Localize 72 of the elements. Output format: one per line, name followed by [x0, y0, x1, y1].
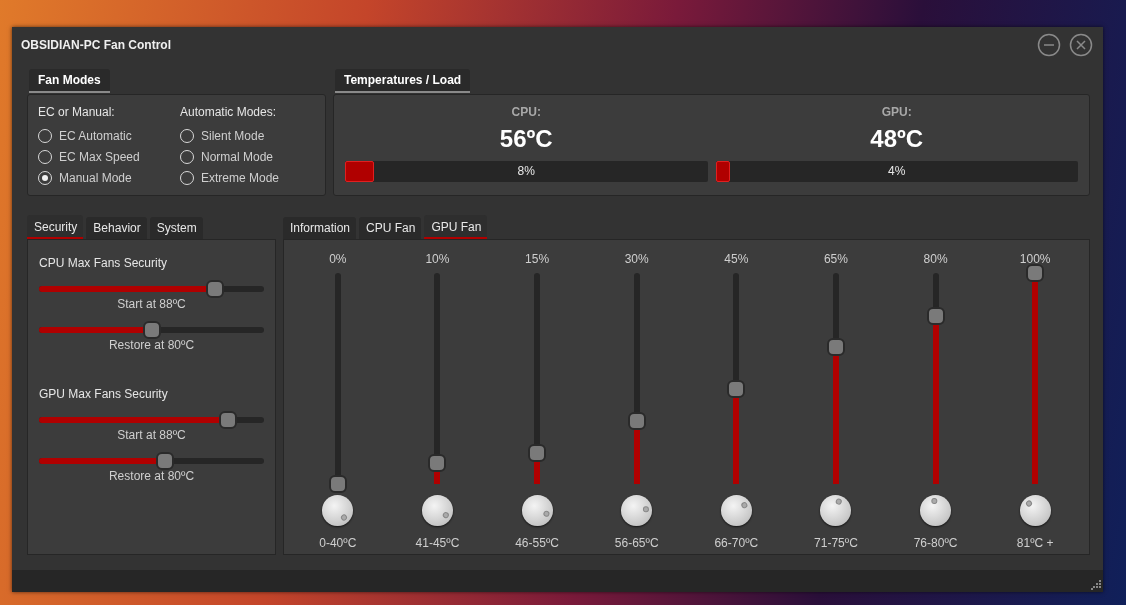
speed-value: 30%	[624, 252, 649, 269]
slider-thumb[interactable]	[826, 338, 845, 357]
dial-knob[interactable]	[421, 495, 453, 527]
radio-button[interactable]: Normal Mode	[180, 146, 304, 168]
tab[interactable]: Information	[283, 217, 357, 240]
section-header: Temperatures / Load	[335, 69, 471, 94]
temperature-range: 56-65ºC	[614, 536, 659, 551]
slider-thumb[interactable]	[627, 412, 646, 431]
slider-thumb[interactable]	[926, 306, 945, 325]
slider-thumb[interactable]	[727, 380, 746, 399]
speed-value: 10%	[425, 252, 450, 269]
temperature-value: 48ºC	[870, 125, 924, 155]
dial-knob[interactable]	[322, 495, 354, 527]
speed-value: 100%	[1019, 252, 1051, 269]
slider-thumb[interactable]	[219, 411, 237, 430]
slider-thumb[interactable]	[528, 443, 547, 462]
slider-thumb[interactable]	[328, 475, 347, 494]
section-title: GPU Max Fans Security	[39, 387, 169, 404]
minimize-icon[interactable]	[1037, 32, 1061, 57]
horizontal-slider[interactable]	[39, 452, 264, 471]
window-title: OBSIDIAN-PC Fan Control	[21, 37, 171, 52]
slider-thumb[interactable]	[142, 321, 161, 340]
speed-value: 80%	[923, 252, 948, 269]
temperature-range: 71-75ºC	[814, 536, 858, 551]
temperature-value: 56ºC	[499, 125, 553, 155]
temperature-range: 81ºC +	[1016, 536, 1054, 551]
radio-button[interactable]: Extreme Mode	[180, 167, 304, 189]
dial-knob[interactable]	[820, 495, 852, 527]
dial-knob[interactable]	[1019, 495, 1051, 527]
radio-button[interactable]: EC Automatic	[38, 125, 162, 147]
radio-button[interactable]: EC Max Speed	[38, 146, 162, 168]
slider-thumb[interactable]	[1026, 264, 1045, 283]
temperature-range: 41-45ºC	[415, 536, 460, 551]
dial-knob[interactable]	[920, 495, 952, 527]
temperature-range: 0-40ºC	[319, 536, 357, 551]
sensor-label: CPU:	[511, 105, 541, 122]
slider-value: Restore at 80ºC	[107, 469, 196, 486]
speed-value: 65%	[823, 252, 848, 269]
section-header: Fan Modes	[29, 69, 110, 94]
slider-value: Start at 88ºC	[116, 297, 187, 314]
speed-value: 15%	[525, 252, 550, 269]
resize-grip-icon[interactable]	[1091, 580, 1101, 590]
tab[interactable]: CPU Fan	[359, 217, 422, 240]
section-title: CPU Max Fans Security	[39, 256, 169, 273]
tab[interactable]: Behavior	[86, 217, 147, 240]
radio-button[interactable]: Manual Mode	[38, 167, 162, 189]
tab[interactable]: GPU Fan	[424, 215, 488, 240]
progress-label: 4%	[888, 164, 906, 179]
progress-label: 8%	[517, 164, 535, 179]
horizontal-slider[interactable]	[39, 321, 264, 340]
tab[interactable]: Security	[27, 215, 84, 240]
dial-knob[interactable]	[621, 495, 653, 527]
group-label: Automatic Modes:	[180, 105, 278, 122]
dial-knob[interactable]	[521, 495, 553, 527]
horizontal-slider[interactable]	[39, 411, 264, 430]
horizontal-slider[interactable]	[39, 280, 264, 299]
slider-value: Restore at 80ºC	[107, 338, 196, 355]
sensor-label: GPU:	[881, 105, 912, 122]
slider-thumb[interactable]	[205, 280, 224, 299]
temperature-range: 46-55ºC	[515, 536, 559, 551]
slider-thumb[interactable]	[428, 454, 447, 473]
radio-button[interactable]: Silent Mode	[180, 125, 304, 147]
temperature-range: 76-80ºC	[913, 536, 958, 551]
group-label: EC or Manual:	[38, 105, 116, 122]
tab[interactable]: System	[149, 217, 203, 240]
close-icon[interactable]	[1069, 32, 1093, 57]
speed-value: 45%	[724, 252, 749, 269]
dial-knob[interactable]	[720, 495, 752, 527]
speed-value: 0%	[329, 252, 347, 269]
slider-value: Start at 88ºC	[116, 428, 187, 445]
temperature-range: 66-70ºC	[714, 536, 759, 551]
slider-thumb[interactable]	[156, 452, 174, 471]
